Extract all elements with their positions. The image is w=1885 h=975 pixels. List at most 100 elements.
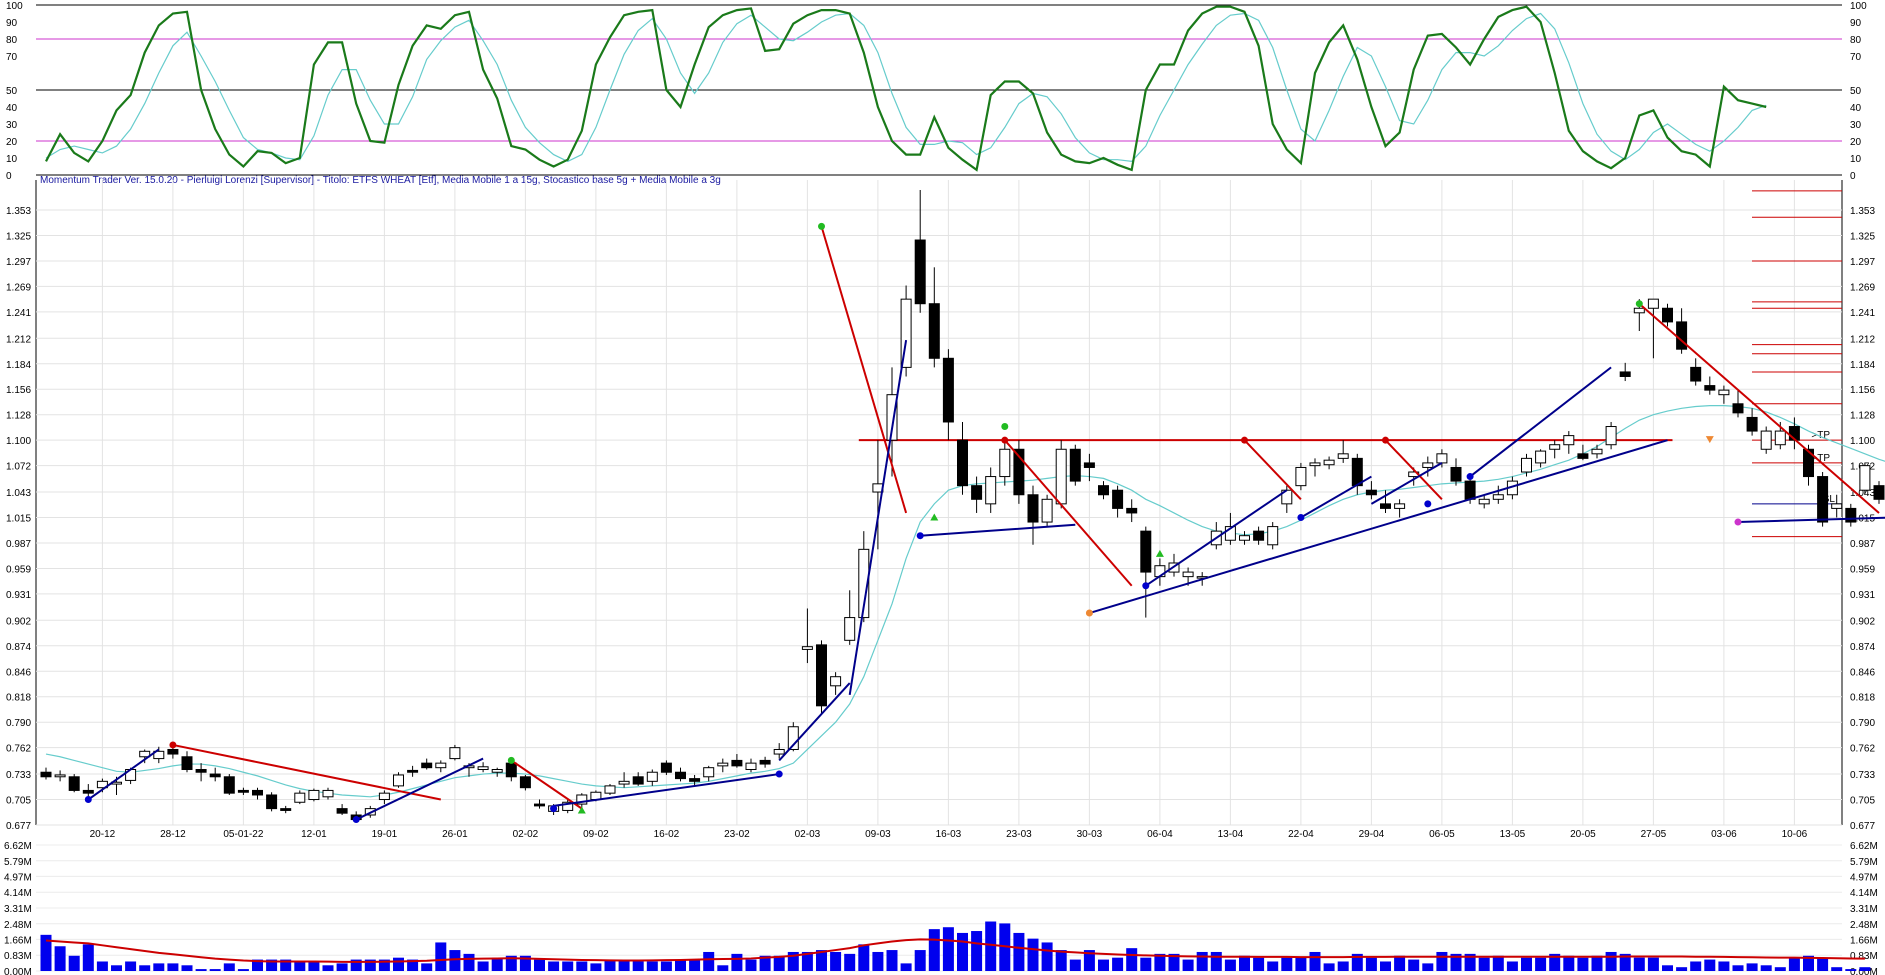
pivot-point <box>169 741 177 749</box>
price-x-tick-label: 03-06 <box>1711 829 1737 840</box>
volume-bar <box>111 965 122 971</box>
pivot-point <box>1001 423 1009 431</box>
candle-body <box>1521 457 1532 473</box>
stoch-tick-left: 80 <box>6 35 18 46</box>
stoch-tick-left: 70 <box>6 52 18 63</box>
price-x-tick-label: 23-02 <box>724 829 750 840</box>
volume-bar <box>830 951 842 971</box>
price-tick-left: 1.156 <box>6 385 31 396</box>
pivot-point <box>352 816 360 824</box>
volume-bar <box>308 961 320 971</box>
volume-bar <box>181 965 193 971</box>
price-tick-right: 0.762 <box>1850 744 1875 755</box>
volume-bar <box>1690 961 1702 971</box>
price-x-tick-label: 13-05 <box>1500 829 1526 840</box>
pivot-point <box>1241 436 1248 444</box>
stoch-tick-right: 70 <box>1850 52 1862 63</box>
volume-bar <box>1380 961 1391 971</box>
pivot-point <box>1297 514 1305 521</box>
candle-body <box>957 439 968 487</box>
volume-bar <box>1577 957 1589 971</box>
price-tick-right: 1.241 <box>1850 308 1875 319</box>
candle-body <box>1704 385 1716 391</box>
candle-body <box>1492 494 1504 500</box>
volume-bar <box>421 963 433 971</box>
volume-bar <box>1788 957 1800 971</box>
volume-bar <box>1422 963 1434 971</box>
candle-body <box>1817 476 1829 523</box>
candle-body <box>1239 535 1250 541</box>
volume-bar <box>858 944 870 971</box>
price-tick-right: 0.677 <box>1850 821 1875 832</box>
volume-tick-left: 0.00M <box>4 967 32 975</box>
price-tick-left: 0.987 <box>6 539 31 550</box>
volume-bar <box>1408 959 1420 971</box>
volume-bar <box>1041 942 1053 971</box>
pivot-point <box>84 796 92 804</box>
volume-bar <box>1182 959 1194 971</box>
volume-bar <box>54 946 66 971</box>
chart-header-text: Momentum Trader Ver. 15.0.20 - Pierluigi… <box>40 175 721 186</box>
volume-bar <box>68 955 80 971</box>
candle-body <box>1619 371 1631 377</box>
pivot-point <box>1142 582 1150 590</box>
volume-bar <box>1309 951 1321 971</box>
candle-body <box>675 771 686 780</box>
candle-body <box>1436 453 1448 464</box>
candle-body <box>773 748 785 755</box>
stoch-tick-left: 20 <box>6 137 18 148</box>
candle-body <box>1112 489 1124 509</box>
volume-bar <box>914 950 926 971</box>
price-tick-right: 0.733 <box>1850 770 1875 781</box>
pivot-point <box>550 805 558 813</box>
volume-tick-left: 5.79M <box>4 857 32 868</box>
price-x-tick-label: 09-02 <box>583 829 609 840</box>
volume-bar <box>1845 969 1857 971</box>
volume-bar <box>393 957 404 971</box>
price-x-tick-label: 20-12 <box>90 829 116 840</box>
price-tick-left: 0.790 <box>6 718 31 729</box>
candle-body <box>618 780 630 785</box>
price-tick-left: 0.846 <box>6 667 31 678</box>
price-tick-left: 0.874 <box>6 642 31 653</box>
candle-body <box>1859 465 1871 491</box>
volume-bar <box>294 961 306 971</box>
candle-body <box>280 808 292 811</box>
candle-body <box>971 485 983 500</box>
candle-body <box>1662 307 1673 323</box>
price-tick-left: 1.212 <box>6 334 31 345</box>
volume-tick-right: 6.62M <box>1850 841 1878 852</box>
candle-body <box>252 789 263 796</box>
price-x-tick-label: 28-12 <box>160 829 186 840</box>
candle-body <box>407 769 419 773</box>
volume-bar <box>745 959 757 971</box>
volume-bar <box>139 965 151 971</box>
candle-body <box>1140 530 1152 573</box>
candle-body <box>1774 430 1786 446</box>
price-tick-left: 1.269 <box>6 282 31 293</box>
volume-bar <box>1267 961 1279 971</box>
volume-bar <box>1732 965 1744 971</box>
volume-bar <box>1239 955 1250 971</box>
price-tick-left: 1.015 <box>6 514 31 525</box>
price-tick-right: 0.902 <box>1850 616 1875 627</box>
volume-bar <box>1718 961 1730 971</box>
candle-body <box>68 776 80 791</box>
volume-bar <box>1535 957 1547 971</box>
price-x-tick-label: 16-03 <box>936 829 962 840</box>
stoch-tick-right: 50 <box>1850 86 1862 97</box>
volume-bar <box>689 959 701 971</box>
candle-body <box>54 774 66 778</box>
candle-body <box>1577 453 1589 459</box>
candle-body <box>82 789 94 794</box>
volume-bar <box>1831 967 1843 971</box>
stoch-tick-right: 30 <box>1850 120 1862 131</box>
candle-body <box>999 448 1011 478</box>
volume-bar <box>195 969 207 971</box>
candle-body <box>1732 403 1744 414</box>
volume-bar <box>1055 950 1067 971</box>
volume-tick-right: 5.79M <box>1850 857 1878 868</box>
price-tick-right: 1.184 <box>1850 360 1875 371</box>
volume-bar <box>96 961 108 971</box>
stoch-tick-right: 20 <box>1850 137 1862 148</box>
